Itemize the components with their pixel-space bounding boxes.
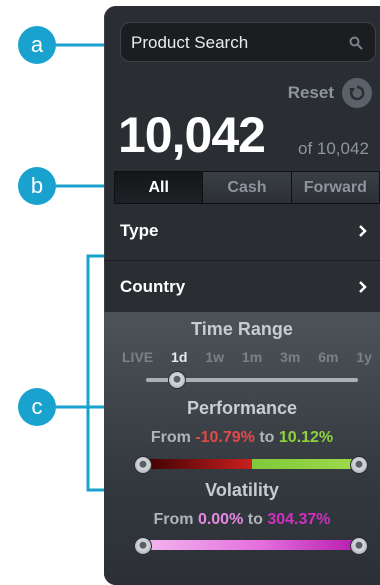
product-type-segmented-control: All Cash Forward xyxy=(114,171,380,204)
time-option-1y[interactable]: 1y xyxy=(356,349,372,365)
performance-range-bar xyxy=(142,459,362,469)
performance-to-word: to xyxy=(259,429,275,446)
time-option-1d[interactable]: 1d xyxy=(171,349,187,365)
time-option-3m[interactable]: 3m xyxy=(280,349,300,365)
time-range-title: Time Range xyxy=(191,319,293,339)
reset-label: Reset xyxy=(287,83,334,102)
volatility-to-word: to xyxy=(247,511,263,528)
callout-b: b xyxy=(18,167,56,205)
filter-label-country: Country xyxy=(120,277,186,296)
chevron-right-icon xyxy=(359,225,367,237)
volatility-title: Volatility xyxy=(205,480,279,500)
volatility-min-handle[interactable] xyxy=(134,537,152,555)
time-option-1m[interactable]: 1m xyxy=(242,349,262,365)
product-search-input[interactable]: Product Search xyxy=(120,22,376,62)
volatility-range-bar xyxy=(142,540,362,550)
filter-row-country[interactable]: Country xyxy=(104,261,380,317)
volatility-min-value: 0.00% xyxy=(197,511,244,528)
filter-row-type[interactable]: Type xyxy=(104,205,380,261)
volatility-max-handle[interactable] xyxy=(350,537,368,555)
performance-max-value: 10.12% xyxy=(278,429,334,446)
performance-from-word: From xyxy=(150,429,191,446)
search-label: Product Search xyxy=(131,33,249,52)
time-range-options: LIVE 1d 1w 1m 3m 6m 1y xyxy=(122,349,372,365)
performance-min-handle[interactable] xyxy=(134,456,152,474)
performance-min-value: -10.79% xyxy=(195,429,255,446)
reset-control[interactable]: Reset xyxy=(288,78,372,108)
filter-panel: Product Search Reset 10,042 of 10,042 Al… xyxy=(104,6,380,585)
volatility-max-value: 304.37% xyxy=(267,511,331,528)
time-option-live[interactable]: LIVE xyxy=(122,349,153,365)
search-icon xyxy=(349,36,363,50)
performance-max-handle[interactable] xyxy=(350,456,368,474)
callout-a: a xyxy=(18,26,56,64)
segment-all[interactable]: All xyxy=(115,172,204,203)
time-option-1w[interactable]: 1w xyxy=(205,349,224,365)
volatility-from-word: From xyxy=(153,511,194,528)
result-count: 10,042 xyxy=(118,107,266,163)
filter-label-type: Type xyxy=(120,221,159,240)
callout-c: c xyxy=(18,388,56,426)
time-option-6m[interactable]: 6m xyxy=(318,349,338,365)
performance-title: Performance xyxy=(186,398,298,418)
volatility-range-text: From 0.00% to 304.37% xyxy=(104,511,380,529)
result-total: of 10,042 xyxy=(298,139,369,158)
time-range-slider-handle[interactable] xyxy=(168,371,186,389)
chevron-right-icon xyxy=(359,281,367,293)
performance-range-text: From -10.79% to 10.12% xyxy=(104,429,380,447)
segment-cash[interactable]: Cash xyxy=(203,172,292,203)
segment-forward[interactable]: Forward xyxy=(291,172,379,203)
refresh-icon[interactable] xyxy=(342,78,372,108)
